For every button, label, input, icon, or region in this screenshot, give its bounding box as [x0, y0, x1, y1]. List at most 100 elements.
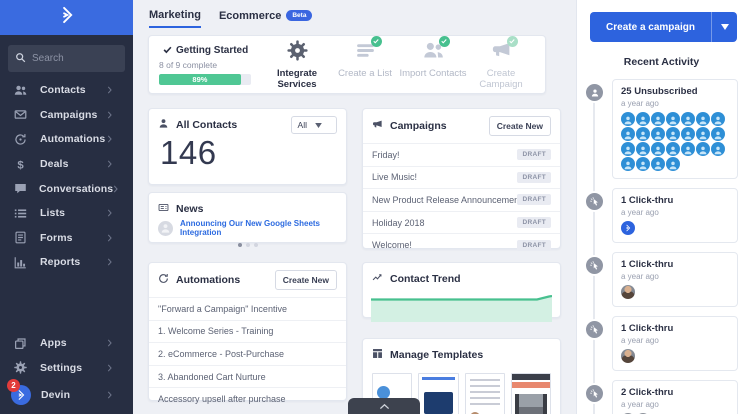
getting-started-step-import-contacts[interactable]: Import Contacts — [399, 40, 467, 90]
activity-card[interactable]: 1 Click-thrua year ago — [612, 316, 738, 371]
notification-badge: 2 — [7, 379, 20, 392]
automations-title: Automations — [176, 274, 275, 286]
contact-avatar[interactable] — [651, 112, 665, 126]
automation-row[interactable]: 2. eCommerce - Post-Purchase — [149, 342, 346, 365]
tab-marketing[interactable]: Marketing — [149, 9, 201, 28]
contact-avatar[interactable] — [681, 127, 695, 141]
chevron-right-icon — [107, 135, 121, 143]
contact-avatar[interactable] — [651, 157, 665, 171]
campaign-row[interactable]: Friday!DRAFT — [363, 143, 560, 166]
sidebar-item-settings[interactable]: Settings — [0, 355, 133, 380]
chat-icon — [14, 182, 27, 195]
contact-avatar[interactable] — [696, 127, 710, 141]
sidebar-item-label: Deals — [40, 158, 107, 170]
carousel-dot[interactable] — [254, 243, 258, 247]
beta-badge: Beta — [286, 10, 312, 21]
status-badge: DRAFT — [517, 240, 551, 251]
refresh-icon — [158, 271, 169, 289]
getting-started-step-integrate-services[interactable]: Integrate Services — [263, 40, 331, 90]
contact-avatar[interactable] — [636, 112, 650, 126]
contact-avatar[interactable] — [621, 127, 635, 141]
sidebar-item-automations[interactable]: Automations — [0, 127, 133, 152]
carousel-dot[interactable] — [246, 243, 250, 247]
form-icon — [14, 231, 28, 244]
contact-avatar[interactable] — [621, 349, 635, 363]
template-text-newsletter[interactable] — [465, 373, 505, 414]
bottom-tray-toggle[interactable] — [348, 398, 420, 414]
search-input[interactable] — [32, 53, 118, 64]
automation-row[interactable]: "Forward a Campaign" Incentive — [149, 297, 346, 320]
campaign-row[interactable]: Welcome!DRAFT — [363, 233, 560, 256]
sidebar-item-conversations[interactable]: Conversations — [0, 176, 133, 201]
person-icon — [158, 116, 169, 134]
activity-card[interactable]: 1 Click-thrua year ago — [612, 252, 738, 307]
contact-avatar[interactable] — [651, 142, 665, 156]
template-storefront[interactable] — [511, 373, 551, 414]
contact-avatar[interactable] — [621, 157, 635, 171]
click-icon — [584, 319, 605, 340]
contact-avatar[interactable] — [666, 112, 680, 126]
tab-ecommerce-label: Ecommerce — [219, 10, 281, 22]
automation-row[interactable]: Accessory upsell after purchase — [149, 387, 346, 410]
tab-ecommerce[interactable]: Ecommerce Beta — [219, 10, 312, 27]
automations-create-new-button[interactable]: Create New — [275, 270, 337, 290]
contact-avatar[interactable] — [621, 112, 635, 126]
activity-card[interactable]: 25 Unsubscribeda year ago — [612, 79, 738, 179]
list-lines-icon — [355, 40, 376, 66]
news-headline-link[interactable]: Announcing Our New Google Sheets Integra… — [180, 219, 337, 237]
contact-avatar[interactable] — [621, 221, 635, 235]
sidebar-item-campaigns[interactable]: Campaigns — [0, 103, 133, 128]
contact-avatar[interactable] — [636, 142, 650, 156]
activity-card[interactable]: 2 Click-thrua year ago — [612, 380, 738, 414]
contact-avatar[interactable] — [666, 142, 680, 156]
create-campaign-button[interactable]: Create a campaign — [590, 12, 711, 42]
getting-started-step-create-campaign[interactable]: Create Campaign — [467, 40, 535, 90]
check-circle-icon — [371, 36, 382, 47]
sidebar-item-forms[interactable]: Forms — [0, 226, 133, 251]
contact-avatar[interactable] — [621, 142, 635, 156]
contact-avatar[interactable] — [651, 127, 665, 141]
sidebar-item-apps[interactable]: Apps — [0, 331, 133, 356]
contact-avatar[interactable] — [666, 127, 680, 141]
status-badge: DRAFT — [517, 149, 551, 160]
campaigns-create-new-button[interactable]: Create New — [489, 116, 551, 136]
contact-avatar[interactable] — [681, 142, 695, 156]
step-label: Import Contacts — [399, 68, 467, 79]
campaign-row[interactable]: Live Music!DRAFT — [363, 166, 560, 189]
contact-avatar[interactable] — [621, 285, 635, 299]
contact-trend-chart — [371, 295, 552, 327]
contact-avatar[interactable] — [696, 142, 710, 156]
activity-title: 25 Unsubscribed — [621, 86, 729, 97]
contact-avatar[interactable] — [711, 127, 725, 141]
automation-row[interactable]: 3. Abandoned Cart Nurture — [149, 365, 346, 388]
create-campaign-split-button: Create a campaign — [590, 12, 737, 42]
activity-title: 1 Click-thru — [621, 259, 729, 270]
contact-avatar[interactable] — [711, 112, 725, 126]
contact-avatar[interactable] — [666, 157, 680, 171]
carousel-dot[interactable] — [238, 243, 242, 247]
create-campaign-dropdown-toggle[interactable] — [711, 12, 737, 42]
activity-card[interactable]: 1 Click-thrua year ago — [612, 188, 738, 243]
contacts-filter-select[interactable]: All — [291, 116, 337, 134]
contact-avatar[interactable] — [681, 112, 695, 126]
logo-bar[interactable] — [0, 0, 133, 35]
campaign-row[interactable]: New Product Release AnnouncementDRAFT — [363, 188, 560, 211]
chevron-right-icon — [107, 209, 121, 217]
avatar-row — [621, 221, 729, 235]
automation-row[interactable]: 1. Welcome Series - Training — [149, 320, 346, 343]
search-box[interactable] — [8, 45, 125, 72]
getting-started-step-create-a-list[interactable]: Create a List — [331, 40, 399, 90]
sidebar-item-devin[interactable]: 2Devin — [0, 380, 133, 410]
contact-avatar[interactable] — [696, 112, 710, 126]
campaign-row[interactable]: Holiday 2018DRAFT — [363, 211, 560, 234]
sidebar-item-lists[interactable]: Lists — [0, 201, 133, 226]
sidebar-item-reports[interactable]: Reports — [0, 250, 133, 275]
sidebar-item-contacts[interactable]: Contacts — [0, 78, 133, 103]
contact-avatar[interactable] — [636, 157, 650, 171]
template-laptop-promo[interactable] — [418, 373, 458, 414]
sidebar-item-deals[interactable]: $Deals — [0, 152, 133, 177]
contact-avatar[interactable] — [636, 127, 650, 141]
main-content: Marketing EcommerceBeta Getting Started … — [133, 0, 576, 414]
list-icon — [14, 207, 28, 220]
contact-avatar[interactable] — [711, 142, 725, 156]
